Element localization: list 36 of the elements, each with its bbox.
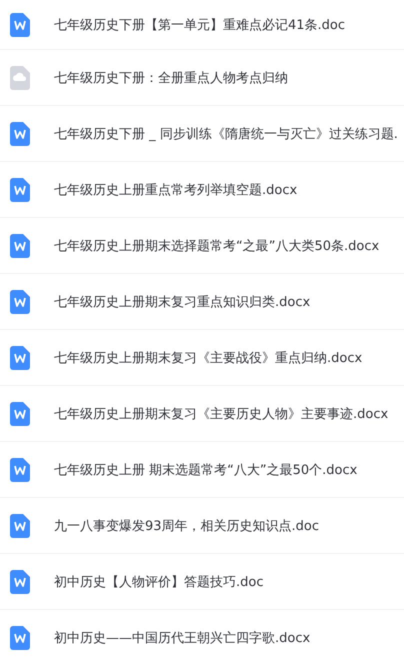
file-name: 七年级历史上册期末选择题常考“之最”八大类50条.docx — [54, 238, 380, 254]
file-name: 初中历史【人物评价】答题技巧.doc — [54, 574, 264, 590]
file-name: 七年级历史上册 期末选题常考“八大”之最50个.docx — [54, 462, 358, 478]
file-name: 七年级历史下册 _ 同步训练《隋唐统一与灭亡》过关练习题. — [54, 126, 398, 142]
word-file-icon — [10, 12, 30, 36]
file-name: 七年级历史下册【第一单元】重难点必记41条.doc — [54, 16, 346, 34]
word-file-icon — [10, 626, 30, 650]
word-file-icon — [10, 346, 30, 370]
word-file-icon — [10, 122, 30, 146]
file-row[interactable]: 七年级历史上册期末选择题常考“之最”八大类50条.docx — [0, 218, 404, 274]
file-name: 七年级历史上册重点常考列举填空题.docx — [54, 182, 298, 198]
file-row[interactable]: 初中历史——中国历代王朝兴亡四字歌.docx — [0, 610, 404, 662]
word-file-icon — [10, 234, 30, 258]
cloud-file-icon — [10, 66, 30, 90]
file-name: 七年级历史上册期末复习重点知识归类.docx — [54, 294, 310, 310]
word-file-icon — [10, 570, 30, 594]
file-row[interactable]: 九一八事变爆发93周年，相关历史知识点.doc — [0, 498, 404, 554]
file-row[interactable]: 七年级历史下册【第一单元】重难点必记41条.doc — [0, 0, 404, 50]
file-row[interactable]: 七年级历史上册期末复习重点知识归类.docx — [0, 274, 404, 330]
word-file-icon — [10, 514, 30, 538]
file-row[interactable]: 七年级历史上册期末复习《主要战役》重点归纳.docx — [0, 330, 404, 386]
file-row[interactable]: 初中历史【人物评价】答题技巧.doc — [0, 554, 404, 610]
file-name: 初中历史——中国历代王朝兴亡四字歌.docx — [54, 630, 310, 646]
file-row[interactable]: 七年级历史下册 _ 同步训练《隋唐统一与灭亡》过关练习题. — [0, 106, 404, 162]
word-file-icon — [10, 402, 30, 426]
file-row[interactable]: 七年级历史上册期末复习《主要历史人物》主要事迹.docx — [0, 386, 404, 442]
word-file-icon — [10, 458, 30, 482]
file-name: 七年级历史上册期末复习《主要历史人物》主要事迹.docx — [54, 406, 388, 422]
file-row[interactable]: 七年级历史上册 期末选题常考“八大”之最50个.docx — [0, 442, 404, 498]
file-name: 七年级历史上册期末复习《主要战役》重点归纳.docx — [54, 350, 362, 366]
file-row[interactable]: 七年级历史上册重点常考列举填空题.docx — [0, 162, 404, 218]
file-row[interactable]: 七年级历史下册：全册重点人物考点归纳 — [0, 50, 404, 106]
word-file-icon — [10, 178, 30, 202]
word-file-icon — [10, 290, 30, 314]
file-name: 九一八事变爆发93周年，相关历史知识点.doc — [54, 518, 320, 534]
file-name: 七年级历史下册：全册重点人物考点归纳 — [54, 70, 288, 86]
